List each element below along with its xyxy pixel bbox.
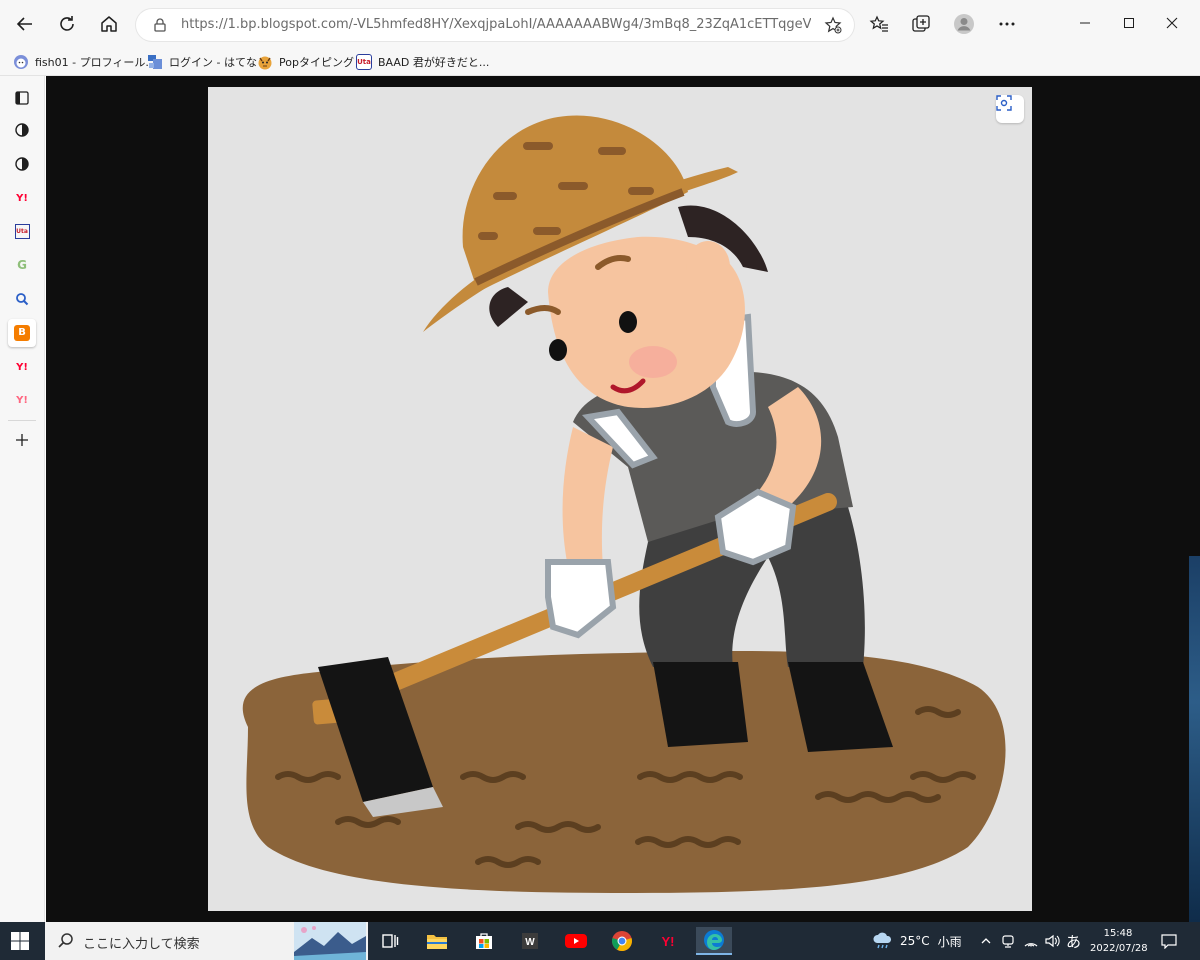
- url-text[interactable]: https://1.bp.blogspot.com/-VL5hmfed8HY/X…: [181, 17, 811, 32]
- search-icon[interactable]: [8, 285, 36, 313]
- eyebrow-left: [525, 305, 561, 315]
- minimize-button[interactable]: [1074, 12, 1096, 34]
- more-icon[interactable]: [997, 14, 1017, 34]
- browser-toolbar: https://1.bp.blogspot.com/-VL5hmfed8HY/X…: [0, 0, 1200, 48]
- favorite-item[interactable]: Popタイピング: [257, 52, 354, 72]
- clock-time: 15:48: [1103, 928, 1133, 939]
- yahoo-icon[interactable]: Y!: [650, 927, 686, 955]
- blogger-icon[interactable]: B: [8, 319, 36, 347]
- word-icon[interactable]: W: [512, 927, 548, 955]
- left-glove: [545, 559, 617, 639]
- blogger-glyph: B: [14, 325, 30, 341]
- favorite-label: fish01 - プロフィール...: [35, 56, 156, 69]
- wifi-icon[interactable]: [1023, 922, 1039, 960]
- illustration-svg: [242, 115, 1006, 893]
- notification-icon[interactable]: [1160, 922, 1178, 960]
- eye-right: [619, 311, 637, 333]
- back-arm: [562, 427, 613, 567]
- farmer-hoeing-illustration[interactable]: [208, 87, 1032, 911]
- uta-net-glyph: Uta: [14, 223, 30, 239]
- hatena-face-icon: [13, 54, 29, 70]
- chrome-icon[interactable]: [604, 927, 640, 955]
- edge-icon[interactable]: [696, 927, 732, 955]
- ime-indicator[interactable]: あ: [1066, 922, 1081, 960]
- tray-expand-icon[interactable]: [980, 922, 992, 960]
- desktop-background-edge: [1189, 556, 1200, 922]
- browser-sidebar: Y! Uta G B Y! Y!: [0, 76, 45, 922]
- favorite-item[interactable]: Uta BAAD 君が好きだと...: [356, 52, 489, 72]
- lock-icon[interactable]: [152, 17, 168, 33]
- file-explorer-icon[interactable]: [419, 927, 455, 955]
- meet-now-icon[interactable]: [1001, 922, 1015, 960]
- image-viewport: [46, 76, 1200, 922]
- hatena-login-icon: [147, 54, 163, 70]
- svg-text:W: W: [525, 937, 535, 948]
- maximize-button[interactable]: [1118, 12, 1140, 34]
- svg-text:Y!: Y!: [662, 934, 675, 949]
- favorite-item[interactable]: ログイン - はてな: [147, 52, 257, 72]
- refresh-icon[interactable]: [55, 12, 79, 36]
- add-favorite-star-icon[interactable]: [824, 16, 842, 34]
- uta-net-icon: Uta: [356, 54, 372, 70]
- eye-left: [549, 339, 567, 361]
- weather-description: 小雨: [937, 934, 962, 949]
- left-boot: [653, 662, 748, 747]
- google-icon[interactable]: G: [8, 251, 36, 279]
- weather-temperature: 25°C: [900, 934, 930, 948]
- back-arrow-icon[interactable]: [13, 12, 37, 36]
- home-icon[interactable]: [97, 12, 121, 36]
- favorite-label: BAAD 君が好きだと...: [378, 56, 490, 69]
- yahoo-icon[interactable]: Y!: [8, 386, 36, 414]
- store-icon[interactable]: [466, 927, 502, 955]
- circle-half-icon[interactable]: [8, 150, 36, 178]
- close-button[interactable]: [1161, 12, 1183, 34]
- yahoo-icon[interactable]: Y!: [8, 184, 36, 212]
- favorite-item[interactable]: fish01 - プロフィール...: [13, 52, 156, 72]
- search-placeholder: ここに入力して検索: [83, 937, 200, 952]
- address-bar[interactable]: https://1.bp.blogspot.com/-VL5hmfed8HY/X…: [136, 9, 854, 41]
- tiger-icon: [257, 54, 273, 70]
- favorite-label: ログイン - はてな: [169, 56, 257, 69]
- task-view-icon[interactable]: [372, 927, 408, 955]
- rain-cloud-icon: [873, 932, 892, 949]
- visual-search-icon[interactable]: [996, 95, 1024, 123]
- windows-start-icon[interactable]: [10, 931, 30, 951]
- hair-side: [489, 287, 528, 327]
- clock-date: 2022/07/28: [1090, 943, 1148, 954]
- volume-icon[interactable]: [1044, 922, 1060, 960]
- search-highlight-image: [294, 922, 366, 960]
- favorite-label: Popタイピング: [279, 56, 354, 69]
- taskbar-search-box[interactable]: ここに入力して検索: [45, 922, 368, 960]
- weather-widget[interactable]: 25°C 小雨: [872, 922, 962, 960]
- cheek: [629, 346, 677, 378]
- windows-taskbar: ここに入力して検索 W Y! 25°C 小雨 あ 15:48 2022/07/2…: [0, 922, 1200, 960]
- favorites-icon[interactable]: [869, 14, 889, 34]
- circle-half-icon[interactable]: [8, 116, 36, 144]
- yahoo-icon[interactable]: Y!: [8, 353, 36, 381]
- youtube-icon[interactable]: [558, 927, 594, 955]
- sidebar-divider: [8, 420, 36, 421]
- collections-icon[interactable]: [911, 14, 931, 34]
- profile-icon[interactable]: [953, 13, 975, 35]
- taskbar-clock[interactable]: 15:48 2022/07/28: [1090, 926, 1148, 956]
- tab-actions-icon[interactable]: [8, 84, 36, 112]
- ear: [686, 241, 730, 293]
- search-icon: [58, 933, 73, 948]
- favorites-bar: fish01 - プロフィール... ログイン - はてな Popタイピング U…: [0, 48, 1200, 76]
- uta-net-icon[interactable]: Uta: [8, 217, 36, 245]
- plus-icon[interactable]: [8, 426, 36, 454]
